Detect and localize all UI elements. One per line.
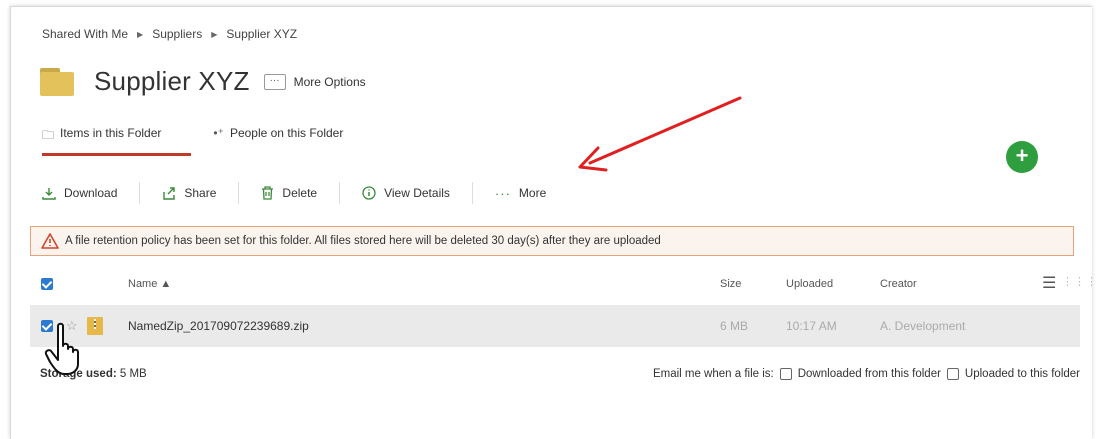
share-button[interactable]: Share <box>140 182 240 204</box>
more-options-label[interactable]: More Options <box>294 75 366 89</box>
view-details-label: View Details <box>384 186 450 200</box>
file-creator: A. Development <box>880 319 966 333</box>
column-creator-header[interactable]: Creator <box>880 278 917 290</box>
table-row[interactable]: ☆ NamedZip_201709072239689.zip 6 MB 10:1… <box>30 305 1080 347</box>
download-button[interactable]: Download <box>42 182 141 204</box>
column-uploaded-header[interactable]: Uploaded <box>786 278 833 290</box>
tab-items-in-folder[interactable]: 🗀 Items in this Folder <box>42 126 192 156</box>
trash-icon <box>262 186 274 200</box>
column-size-header[interactable]: Size <box>720 278 741 290</box>
breadcrumb-separator-icon: ▶ <box>211 29 218 39</box>
breadcrumb-suppliers[interactable]: Suppliers <box>152 27 202 41</box>
share-label: Share <box>184 186 217 200</box>
grid-view-icon[interactable]: ⋮⋮⋮ <box>1062 275 1098 288</box>
notice-text: A file retention policy has been set for… <box>65 235 661 247</box>
folder-tabs: 🗀 Items in this Folder •⁺ People on this… <box>42 126 363 156</box>
download-label: Download <box>64 186 118 200</box>
select-all-checkbox[interactable] <box>41 278 53 290</box>
file-name[interactable]: NamedZip_201709072239689.zip <box>128 319 309 333</box>
uploaded-checkbox[interactable] <box>946 368 959 380</box>
uploaded-option-label[interactable]: Uploaded to this folder <box>965 368 1080 380</box>
downloaded-option-label[interactable]: Downloaded from this folder <box>798 368 941 380</box>
more-button[interactable]: ··· More <box>473 182 568 204</box>
downloaded-checkbox[interactable] <box>779 368 792 380</box>
action-toolbar: Download Share Delete View Details ··· M… <box>42 182 568 204</box>
more-dots-icon: ··· <box>494 185 511 201</box>
zip-file-icon <box>86 317 103 335</box>
breadcrumb-separator-icon: ▶ <box>137 29 144 39</box>
warning-icon <box>41 233 59 249</box>
folder-outline-icon: 🗀 <box>42 128 55 142</box>
delete-label: Delete <box>282 186 318 200</box>
add-person-icon: •⁺ <box>213 126 224 140</box>
file-size: 6 MB <box>720 319 749 333</box>
breadcrumb-shared-with-me[interactable]: Shared With Me <box>42 27 128 41</box>
storage-value: 5 MB <box>119 368 147 380</box>
folder-icon <box>40 67 74 96</box>
view-details-button[interactable]: View Details <box>340 182 473 204</box>
breadcrumb: Shared With Me ▶ Suppliers ▶ Supplier XY… <box>42 27 297 41</box>
table-header: Name ▲ Size Uploaded Creator ☰ ⋮⋮⋮ <box>30 268 1097 300</box>
tab-people-on-folder[interactable]: •⁺ People on this Folder <box>213 126 363 156</box>
add-button[interactable]: + <box>1006 141 1038 173</box>
file-uploaded: 10:17 AM <box>786 319 837 333</box>
breadcrumb-supplier-xyz: Supplier XYZ <box>226 27 298 41</box>
delete-button[interactable]: Delete <box>239 182 341 204</box>
mouse-pointer-icon <box>44 322 79 375</box>
retention-policy-notice: A file retention policy has been set for… <box>30 226 1074 256</box>
email-notification-options: Email me when a file is: Downloaded from… <box>653 368 1080 380</box>
download-icon <box>42 187 56 200</box>
tab-label: Items in this Folder <box>60 126 162 140</box>
share-icon <box>163 186 176 200</box>
more-label: More <box>518 186 547 200</box>
email-label: Email me when a file is: <box>652 368 774 380</box>
title-row: Supplier XYZ ··· More Options <box>40 66 366 97</box>
info-icon <box>362 186 376 200</box>
column-name-header[interactable]: Name ▲ <box>128 278 171 290</box>
tab-label: People on this Folder <box>229 126 344 140</box>
more-options-button[interactable]: ··· <box>263 73 286 90</box>
page-title: Supplier XYZ <box>94 66 250 96</box>
list-view-icon[interactable]: ☰ <box>1042 273 1056 293</box>
